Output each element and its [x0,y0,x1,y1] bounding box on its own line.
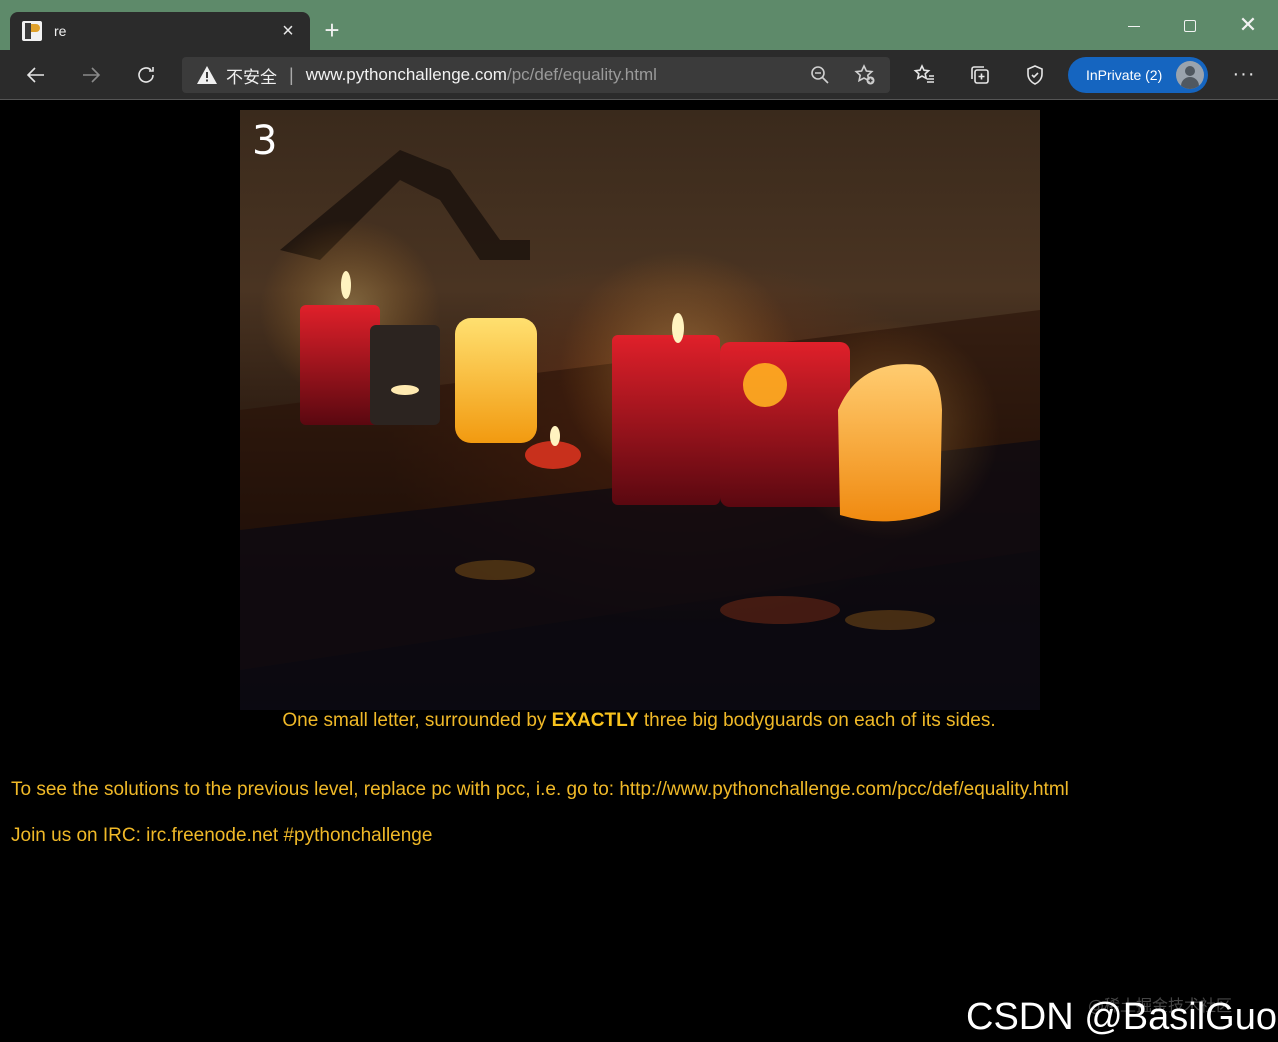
not-secure-label[interactable]: 不安全 [226,63,277,88]
zoom-button[interactable] [808,63,832,87]
candles-photo: 3 [240,110,1040,710]
candles-illustration [240,150,1040,710]
back-button[interactable] [20,59,52,91]
title-bar: re × + ✕ [0,0,1278,50]
tab-close-button[interactable]: × [278,21,298,41]
back-icon [26,67,44,83]
refresh-button[interactable] [130,59,162,91]
warning-icon [197,66,217,84]
browser-essentials-icon [1027,65,1043,85]
browser-tab[interactable]: re × [10,12,310,50]
riddle-caption: One small letter, surrounded by EXACTLY … [0,710,1278,732]
favicon-icon [22,21,42,41]
browser-toolbar: 不安全 | www.pythonchallenge.com/pc/def/equ… [0,50,1278,100]
irc-text: Join us on IRC: irc.freenode.net #python… [11,825,433,846]
caption-emphasis: EXACTLY [551,710,639,731]
avatar-icon [1176,61,1204,89]
new-tab-button[interactable]: + [318,16,346,44]
caption-before: One small letter, surrounded by [282,710,552,731]
maximize-button[interactable] [1170,10,1210,40]
forward-button[interactable] [75,59,107,91]
address-bar[interactable]: 不安全 | www.pythonchallenge.com/pc/def/equ… [182,57,890,93]
collections-button[interactable] [964,59,996,91]
browser-essentials-button[interactable] [1019,59,1051,91]
maximize-icon [1184,20,1196,33]
more-button[interactable]: ··· [1228,59,1260,91]
page-content: 3 One small letter, surrounded by EXACTL… [0,101,1278,1042]
inprivate-profile-button[interactable]: InPrivate (2) [1068,57,1208,93]
zoom-icon [811,66,829,84]
photo-number: 3 [252,118,278,164]
url-host: www.pythonchallenge.com [305,65,507,84]
refresh-icon [138,67,154,83]
csdn-watermark: CSDN @BasilGuo [966,996,1277,1038]
address-separator: | [289,64,294,85]
collections-icon [971,66,989,84]
url-path: /pc/def/equality.html [506,65,657,84]
forward-icon [83,67,101,83]
favorites-button[interactable] [909,59,941,91]
caption-after: three big bodyguards on each of its side… [638,710,996,731]
add-favorite-button[interactable] [853,63,877,87]
url-text[interactable]: www.pythonchallenge.com/pc/def/equality.… [306,65,657,85]
inprivate-label: InPrivate (2) [1086,67,1163,83]
favorites-icon [913,64,934,83]
solutions-text: To see the solutions to the previous lev… [11,779,1069,800]
close-window-button[interactable]: ✕ [1228,10,1268,40]
add-favorite-icon [854,64,875,85]
minimize-icon [1128,25,1140,27]
minimize-button[interactable] [1114,10,1154,40]
tab-title: re [54,23,67,39]
